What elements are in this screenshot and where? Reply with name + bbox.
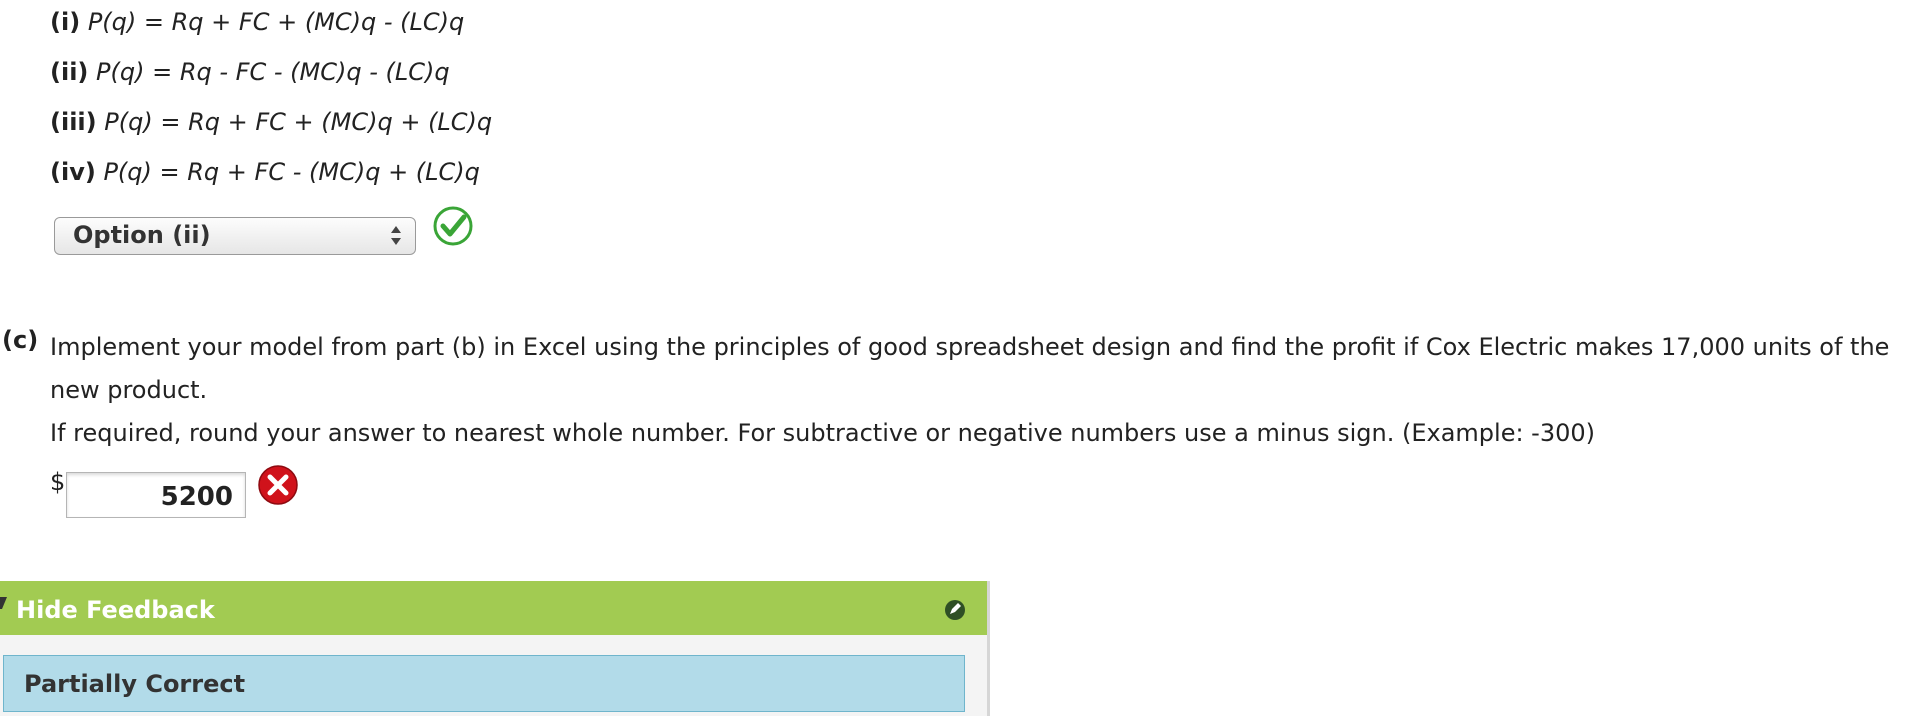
currency-symbol: $	[50, 468, 66, 496]
option-row-iii: (iii) P(q) = Rq + FC + (MC)q + (LC)q	[50, 108, 492, 148]
option-label: (iii)	[50, 108, 97, 136]
option-select[interactable]: Option (ii)	[54, 217, 416, 255]
part-c-instructions: If required, round your answer to neares…	[50, 419, 1596, 447]
option-row-iv: (iv) P(q) = Rq + FC - (MC)q + (LC)q	[50, 158, 480, 198]
collapse-triangle-icon	[0, 597, 7, 609]
option-row-i: (i) P(q) = Rq + FC + (MC)q - (LC)q	[50, 8, 464, 48]
option-formula: P(q) = Rq + FC - (MC)q + (LC)q	[103, 158, 480, 186]
option-formula: P(q) = Rq + FC + (MC)q + (LC)q	[104, 108, 493, 136]
option-row-ii: (ii) P(q) = Rq - FC - (MC)q - (LC)q	[50, 58, 450, 98]
select-arrows-icon	[391, 226, 401, 245]
feedback-header[interactable]: Hide Feedback	[0, 581, 987, 635]
hide-feedback-label[interactable]: Hide Feedback	[16, 596, 215, 624]
x-circle-icon	[258, 465, 298, 505]
feedback-panel: Hide Feedback Partially Correct	[0, 581, 990, 716]
part-c-text: Implement your model from part (b) in Ex…	[50, 333, 1890, 404]
option-formula: P(q) = Rq - FC - (MC)q - (LC)q	[96, 58, 450, 86]
option-label: (i)	[50, 8, 81, 36]
option-label: (ii)	[50, 58, 89, 86]
check-circle-icon	[433, 206, 473, 246]
part-c-label: (c)	[2, 326, 39, 354]
option-label: (iv)	[50, 158, 96, 186]
toggle-edit-icon[interactable]	[943, 598, 967, 622]
option-formula: P(q) = Rq + FC + (MC)q - (LC)q	[87, 8, 465, 36]
feedback-status-box: Partially Correct	[3, 655, 965, 712]
option-select-value: Option (ii)	[73, 221, 211, 249]
feedback-status-text: Partially Correct	[24, 670, 246, 698]
profit-answer-input[interactable]	[66, 472, 246, 518]
